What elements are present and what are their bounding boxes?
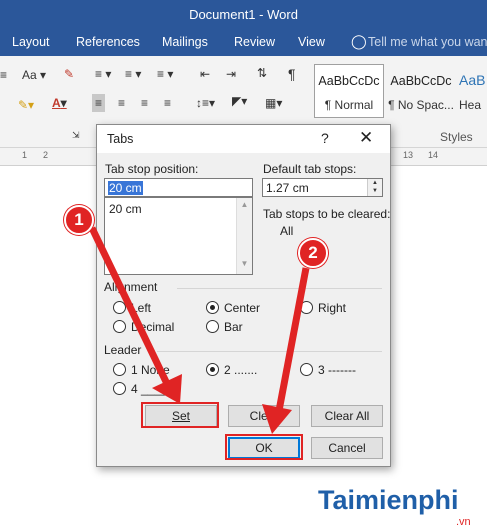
help-icon[interactable]: ? <box>321 130 329 146</box>
line-spacing-icon[interactable]: ↕≡▾ <box>196 96 215 110</box>
style-heading-name: Hea <box>459 98 482 112</box>
style-no-spacing-name: ¶ No Spac... <box>388 98 454 112</box>
menu-view[interactable]: View <box>298 35 325 49</box>
numbering-icon[interactable]: ≡ ▾ <box>125 67 141 81</box>
text-highlight-icon[interactable]: ✎▾ <box>18 98 34 112</box>
clear-all-button[interactable]: Clear All <box>311 405 383 427</box>
align-bar-radio[interactable] <box>206 320 219 333</box>
menu-review[interactable]: Review <box>234 35 275 49</box>
clear-button-label: Clear <box>249 409 279 423</box>
justify-icon[interactable]: ≡ <box>164 96 171 110</box>
set-button-highlight <box>141 402 219 428</box>
leader-label: Leader <box>104 343 142 357</box>
style-heading-sample: AaBbC <box>459 72 486 88</box>
spinner-arrows-icon[interactable]: ▲ ▼ <box>367 179 382 196</box>
style-heading[interactable]: AaBbC Hea <box>458 64 487 118</box>
scroll-down-icon[interactable]: ▼ <box>237 259 252 268</box>
multilevel-list-icon[interactable]: ≡ ▾ <box>157 67 173 81</box>
align-left-icon[interactable]: ≡ <box>92 94 106 112</box>
align-center-icon[interactable]: ≡ <box>118 96 125 110</box>
alignment-divider <box>177 288 382 289</box>
menu-references[interactable]: References <box>76 35 140 49</box>
alignment-label: Alignment <box>104 280 158 294</box>
tell-me-search[interactable]: Tell me what you want <box>368 35 487 49</box>
tab-stop-position-input[interactable]: 20 cm <box>104 178 253 197</box>
borders-icon[interactable]: ▦▾ <box>265 96 282 110</box>
align-left-radio[interactable] <box>113 301 126 314</box>
to-be-cleared-value: All <box>280 224 294 238</box>
change-case-button[interactable]: Aa ▾ <box>22 68 46 82</box>
ruler-tick: 14 <box>428 150 439 160</box>
leader-2-radio[interactable] <box>206 363 219 376</box>
style-normal-sample: AaBbCcDc <box>318 74 380 88</box>
align-right-radio[interactable] <box>300 301 313 314</box>
bullets-left-icon[interactable]: ≡ <box>0 68 7 82</box>
leader-3-radio[interactable] <box>300 363 313 376</box>
tab-stop-position-label: Tab stop position: <box>105 162 199 176</box>
align-left-label[interactable]: Left <box>131 301 151 315</box>
align-center-label[interactable]: Center <box>224 301 260 315</box>
menu-layout[interactable]: Layout <box>12 35 50 49</box>
styles-group-label: Styles <box>440 130 473 144</box>
tab-stop-position-value: 20 cm <box>108 181 143 195</box>
watermark-domain: .vn <box>456 516 471 528</box>
change-case-label: Aa <box>22 68 37 82</box>
bullets-icon[interactable]: ≡ ▾ <box>95 67 111 81</box>
sort-icon[interactable]: ⇅ <box>257 66 267 80</box>
align-center-radio[interactable] <box>206 301 219 314</box>
align-decimal-label[interactable]: Decimal <box>131 320 174 334</box>
leader-4-label[interactable]: 4 ____ <box>131 382 168 396</box>
leader-2-label[interactable]: 2 ....... <box>224 363 257 377</box>
tab-stop-list[interactable]: 20 cm ▲ ▼ <box>104 197 253 275</box>
increase-indent-icon[interactable]: ⇥ <box>226 67 236 81</box>
title-bar: Document1 - Word <box>0 0 487 30</box>
style-normal-name: ¶ Normal <box>324 98 374 112</box>
list-scrollbar[interactable]: ▲ ▼ <box>236 198 252 274</box>
style-no-spacing-sample: AaBbCcDc <box>390 74 452 88</box>
shading-icon[interactable]: ◤▾ <box>232 94 247 108</box>
menu-mailings[interactable]: Mailings <box>162 35 208 49</box>
step-1-badge: 1 <box>64 205 94 235</box>
default-tab-stops-spinner[interactable]: 1.27 cm ▲ ▼ <box>262 178 383 197</box>
ok-button-highlight <box>225 434 303 460</box>
menu-bar: Layout References Mailings Review View ◯… <box>0 30 487 56</box>
cancel-button-label: Cancel <box>328 441 366 455</box>
style-normal[interactable]: AaBbCcDc ¶ Normal <box>314 64 384 118</box>
leader-1-radio[interactable] <box>113 363 126 376</box>
show-marks-icon[interactable]: ¶ <box>288 66 296 82</box>
font-color-icon[interactable]: A▾ <box>52 96 67 110</box>
paragraph-dialog-launcher-icon[interactable]: ⇲ <box>72 130 80 141</box>
align-bar-label[interactable]: Bar <box>224 320 243 334</box>
window-title: Document1 - Word <box>189 7 298 22</box>
step-2-badge: 2 <box>298 238 328 268</box>
clear-all-button-label: Clear All <box>324 409 370 423</box>
align-right-icon[interactable]: ≡ <box>141 96 148 110</box>
align-right-label[interactable]: Right <box>318 301 346 315</box>
default-tab-stops-value: 1.27 cm <box>266 181 309 195</box>
dialog-title-bar: Tabs ? ✕ <box>97 125 390 153</box>
decrease-indent-icon[interactable]: ⇤ <box>200 67 210 81</box>
close-icon[interactable]: ✕ <box>359 128 373 148</box>
clear-formatting-icon[interactable]: ✎ <box>64 67 74 81</box>
watermark-logo: Taimienphi <box>318 485 459 515</box>
leader-4-radio[interactable] <box>113 382 126 395</box>
ruler-tick: 13 <box>403 150 414 160</box>
leader-3-label[interactable]: 3 ------- <box>318 363 356 377</box>
dialog-title: Tabs <box>107 132 134 146</box>
align-decimal-radio[interactable] <box>113 320 126 333</box>
clear-button[interactable]: Clear <box>228 405 300 427</box>
default-tab-stops-label: Default tab stops: <box>263 162 357 176</box>
ruler-tick: 2 <box>43 150 49 160</box>
style-no-spacing[interactable]: AaBbCcDc ¶ No Spac... <box>386 64 456 118</box>
scroll-up-icon[interactable]: ▲ <box>237 200 252 209</box>
leader-1-label[interactable]: 1 None <box>131 363 170 377</box>
tab-stop-list-item[interactable]: 20 cm <box>109 202 142 216</box>
lightbulb-icon: ◯ <box>351 33 367 49</box>
leader-divider <box>157 351 382 352</box>
ruler-tick: 1 <box>22 150 28 160</box>
cancel-button[interactable]: Cancel <box>311 437 383 459</box>
to-be-cleared-label: Tab stops to be cleared: <box>263 207 391 221</box>
